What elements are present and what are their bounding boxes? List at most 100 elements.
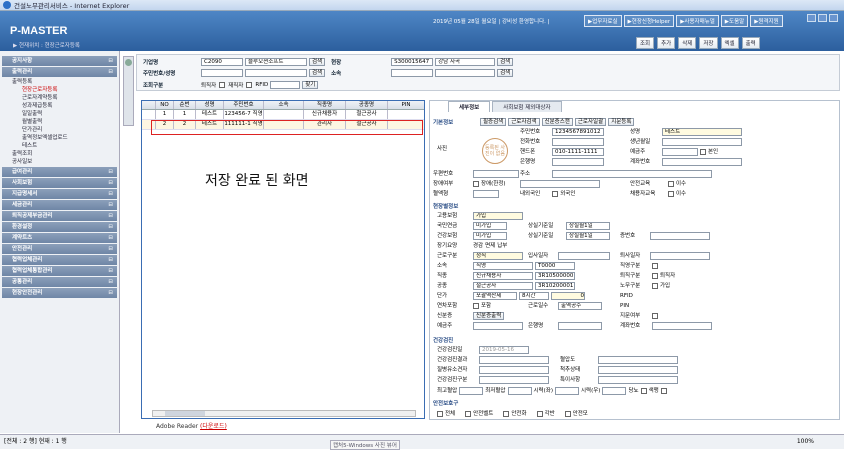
bp-max-input[interactable] [459, 387, 484, 395]
affiliation-name-input[interactable] [435, 68, 496, 77]
bank-name-2-input[interactable] [558, 322, 602, 330]
excel-button[interactable]: 엑셀 [720, 37, 739, 49]
finger-status-checkbox[interactable] [652, 313, 658, 319]
table-row[interactable]: 1 1 테스트 123456-7 직영 신규채용자 철근공사 [142, 110, 424, 120]
vision-right-input[interactable] [602, 387, 627, 395]
tab-detail[interactable]: 세부정보 [448, 101, 491, 112]
check-date-input[interactable]: 2019-05-16 [479, 346, 529, 354]
company-code-input[interactable]: C2090 [201, 57, 243, 66]
print-button[interactable]: 출력 [741, 37, 760, 49]
work-type-select[interactable]: 정직 [473, 252, 523, 260]
price-type-select[interactable]: 포괄역산제 [473, 292, 517, 300]
job-code-input[interactable]: 3R10500000 [535, 272, 575, 280]
sidebar-section-statement[interactable]: 지급명세서 [2, 189, 117, 199]
labor-type-checkbox[interactable] [652, 283, 658, 289]
name-detail-input[interactable]: 테스트 [662, 128, 742, 136]
health-input[interactable]: 미가입 [473, 232, 507, 240]
disabled-checkbox[interactable] [473, 181, 479, 187]
sidebar-section-common[interactable]: 공통관리 [2, 277, 117, 287]
direct-type-checkbox[interactable] [652, 263, 658, 269]
addr-input[interactable] [552, 170, 712, 178]
minimize-button[interactable] [807, 14, 816, 22]
employed-checkbox[interactable] [246, 81, 253, 88]
maximize-button[interactable] [818, 14, 827, 22]
price-value-input[interactable]: 0 [551, 292, 585, 300]
tab-insurance-exclusion[interactable]: 사회보험 제외대상자 [492, 101, 562, 112]
sidebar-section-safety[interactable]: 안전관리 [2, 244, 117, 254]
hire-edu-checkbox[interactable] [668, 191, 674, 197]
gear-shoes-checkbox[interactable] [503, 411, 510, 417]
bp-level-input[interactable] [598, 356, 678, 364]
delete-button[interactable]: 삭제 [678, 37, 697, 49]
diabetes-checkbox[interactable] [640, 388, 647, 394]
rrn-input[interactable] [201, 68, 243, 77]
cert-no-input[interactable] [650, 232, 710, 240]
check-type-select[interactable] [479, 376, 549, 384]
retired-checkbox[interactable] [219, 81, 226, 88]
account-input[interactable] [662, 158, 742, 166]
self-checkbox[interactable] [700, 149, 706, 155]
top-button-docs[interactable]: ▶업무자료실 [584, 15, 622, 27]
sidebar-folder-daily-report[interactable]: 공사일보 [0, 158, 119, 166]
fingerprint-button[interactable]: 지문등록 [608, 118, 635, 126]
retire-type-checkbox[interactable] [652, 273, 658, 279]
sidebar-section-attendance[interactable]: 출력관리 [2, 67, 117, 77]
top-button-helper[interactable]: ▶현장신청Helper [623, 15, 675, 27]
close-button[interactable] [829, 14, 838, 22]
sidebar-item-daily[interactable]: 일일출력 [0, 110, 119, 118]
horizontal-scrollbar[interactable] [152, 410, 416, 417]
id-card-print-button[interactable]: 신분증출력 [473, 312, 505, 320]
sidebar-section-partner[interactable]: 협력업체관리 [2, 255, 117, 265]
bank-owner-input[interactable] [662, 148, 698, 156]
sidebar-item-test[interactable]: 테스트 [0, 142, 119, 150]
sidebar-item-site-worker-reg[interactable]: 현장근로자등록 [0, 86, 119, 94]
bank-owner-2-input[interactable] [473, 322, 523, 330]
special-note-input[interactable] [598, 376, 678, 384]
affiliation-search-button[interactable]: 검색 [497, 68, 514, 77]
bp-min-input[interactable] [507, 387, 532, 395]
sidebar-section-partner-integrated[interactable]: 협력업체통합관리 [2, 266, 117, 276]
rrn-search-button[interactable]: 검색 [309, 68, 326, 77]
retire-date-input[interactable] [650, 252, 710, 260]
save-button[interactable]: 저장 [699, 37, 718, 49]
gear-helmet-checkbox[interactable] [564, 411, 571, 417]
photo-area[interactable]: 등록된 사진이 없음 [478, 135, 512, 167]
sidebar-item-price[interactable]: 단가관리 [0, 126, 119, 134]
sidebar-toggle[interactable] [123, 56, 134, 126]
birth-input[interactable] [662, 138, 742, 146]
site-code-input[interactable]: S300015647 [391, 57, 434, 66]
affil-code-input[interactable]: T0000 [535, 262, 575, 270]
disabled-detail-input[interactable] [520, 180, 600, 188]
safety-edu-checkbox[interactable] [668, 181, 674, 187]
sidebar-item-excel-upload[interactable]: 출역정보엑셀업로드 [0, 134, 119, 142]
sidebar-section-settings[interactable]: 환경설정 [2, 222, 117, 232]
sidebar-section-payroll[interactable]: 급여관리 [2, 167, 117, 177]
loss-date-select-1[interactable]: 상실월1일 [566, 222, 610, 230]
site-name-input[interactable]: 강남 자곡 [435, 57, 496, 66]
sidebar-item-contract-reg[interactable]: 근로자계약등록 [0, 94, 119, 102]
hours-select[interactable]: 8시간 [519, 292, 549, 300]
sidebar-section-retirement[interactable]: 퇴직공제부금관리 [2, 211, 117, 221]
worker-batch-button[interactable]: 근로자일괄 [574, 118, 607, 126]
top-button-help[interactable]: ▶도움말 [720, 15, 749, 27]
sidebar-section-insurance[interactable]: 사회보험 [2, 178, 117, 188]
bank-name-input[interactable] [552, 158, 604, 166]
zip-input[interactable] [473, 170, 519, 178]
rfid-input[interactable] [270, 80, 301, 89]
disease-input[interactable] [479, 366, 549, 374]
search-button[interactable]: 조회 [636, 37, 655, 49]
find-button[interactable]: 찾기 [302, 80, 319, 89]
pension-input[interactable]: 미가입 [473, 222, 507, 230]
check-result-input[interactable] [479, 356, 549, 364]
gear-leggings-checkbox[interactable] [536, 411, 543, 417]
join-date-input[interactable] [558, 252, 610, 260]
blood-select[interactable] [473, 190, 499, 198]
sidebar-section-notice[interactable]: 공지사항 [2, 56, 117, 66]
cert-search-button[interactable]: 필증검색 [480, 118, 507, 126]
care-opt-pay[interactable]: 납부 [497, 242, 507, 250]
colorblind-checkbox[interactable] [660, 388, 667, 394]
id-scan-button[interactable]: 신분증스캔 [541, 118, 573, 126]
care-opt-exempt[interactable]: 면제 [485, 242, 495, 250]
affiliation-code-input[interactable] [391, 68, 434, 77]
add-button[interactable]: 추가 [657, 37, 676, 49]
